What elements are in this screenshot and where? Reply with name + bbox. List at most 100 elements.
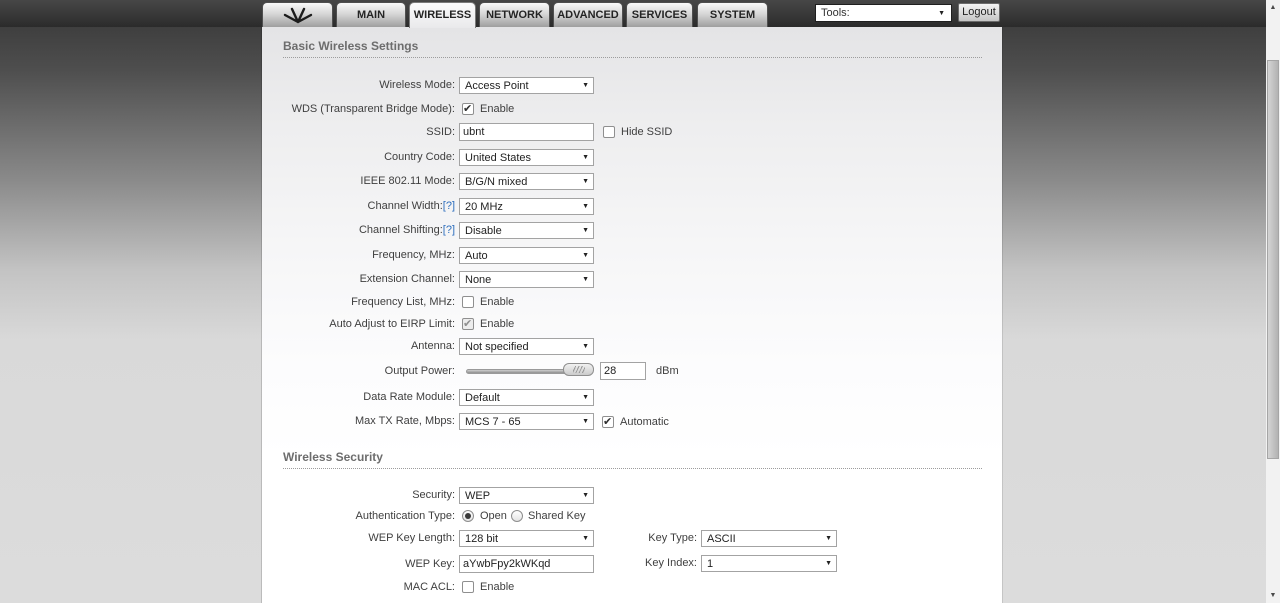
chevron-down-icon: ▼ bbox=[582, 394, 589, 401]
country-code-value: United States bbox=[465, 151, 532, 164]
frequency-select[interactable]: Auto ▼ bbox=[459, 247, 594, 264]
eirp-limit-enable-checkbox[interactable] bbox=[462, 317, 474, 330]
ssid-label: SSID: bbox=[426, 126, 455, 138]
ieee-mode-label: IEEE 802.11 Mode: bbox=[360, 175, 455, 187]
chevron-down-icon: ▼ bbox=[825, 560, 832, 567]
content-panel: Basic Wireless Settings Wireless Mode: A… bbox=[262, 27, 1002, 603]
frequency-value: Auto bbox=[465, 249, 488, 262]
auth-type-open-label: Open bbox=[480, 510, 507, 522]
frequency-list-enable-checkbox[interactable] bbox=[462, 296, 474, 308]
chevron-down-icon: ▼ bbox=[582, 203, 589, 210]
max-tx-rate-automatic-checkbox[interactable] bbox=[602, 415, 614, 428]
wep-key-label: WEP Key: bbox=[405, 558, 455, 570]
eirp-limit-checkbox-label: Enable bbox=[480, 318, 515, 330]
output-power-slider-handle[interactable] bbox=[563, 363, 594, 376]
tab-logo[interactable] bbox=[262, 2, 333, 27]
frequency-list-checkbox-label: Enable bbox=[480, 296, 515, 308]
wep-key-length-label: WEP Key Length: bbox=[368, 532, 455, 544]
tab-wireless[interactable]: WIRELESS bbox=[409, 2, 476, 28]
key-index-label: Key Index: bbox=[645, 557, 697, 569]
channel-width-value: 20 MHz bbox=[465, 200, 503, 213]
frequency-label: Frequency, MHz: bbox=[372, 249, 455, 261]
chevron-down-icon: ▼ bbox=[582, 343, 589, 350]
output-power-input[interactable] bbox=[600, 362, 646, 380]
channel-width-help-link[interactable]: [?] bbox=[443, 200, 455, 212]
channel-width-label: Channel Width:[?] bbox=[262, 198, 455, 215]
key-type-select[interactable]: ASCII ▼ bbox=[701, 530, 837, 547]
ieee-mode-value: B/G/N mixed bbox=[465, 175, 528, 188]
wireless-mode-select[interactable]: Access Point ▼ bbox=[459, 77, 594, 94]
tools-dropdown[interactable]: Tools: ▼ bbox=[815, 4, 952, 22]
ssid-input[interactable] bbox=[459, 123, 594, 141]
channel-shifting-label: Channel Shifting:[?] bbox=[262, 222, 455, 239]
auth-type-label: Authentication Type: bbox=[355, 510, 455, 522]
mac-acl-checkbox-label: Enable bbox=[480, 581, 515, 593]
chevron-down-icon: ▼ bbox=[825, 535, 832, 542]
chevron-down-icon: ▼ bbox=[582, 82, 589, 89]
tab-system[interactable]: SYSTEM bbox=[697, 2, 768, 27]
tab-advanced[interactable]: ADVANCED bbox=[553, 2, 623, 27]
auth-type-shared-key-label: Shared Key bbox=[528, 510, 586, 522]
antenna-select[interactable]: Not specified ▼ bbox=[459, 338, 594, 355]
wds-enable-checkbox[interactable] bbox=[462, 102, 474, 115]
scrollbar-thumb[interactable] bbox=[1267, 60, 1279, 459]
security-label: Security: bbox=[412, 489, 455, 501]
vertical-scrollbar[interactable]: ▲ ▼ bbox=[1266, 0, 1280, 603]
tab-network[interactable]: NETWORK bbox=[479, 2, 550, 27]
auth-type-shared-key-radio[interactable] bbox=[511, 510, 523, 522]
data-rate-module-value: Default bbox=[465, 391, 500, 404]
extension-channel-label: Extension Channel: bbox=[359, 273, 455, 285]
channel-shifting-label-text: Channel Shifting: bbox=[358, 224, 443, 236]
hide-ssid-checkbox[interactable] bbox=[603, 126, 615, 138]
scroll-up-icon[interactable]: ▲ bbox=[1266, 0, 1280, 15]
auth-type-open-radio[interactable] bbox=[462, 510, 474, 522]
channel-width-label-text: Channel Width: bbox=[367, 200, 443, 212]
wireless-mode-value: Access Point bbox=[465, 79, 529, 92]
max-tx-rate-label: Max TX Rate, Mbps: bbox=[354, 415, 455, 427]
key-index-value: 1 bbox=[707, 557, 714, 570]
chevron-down-icon: ▼ bbox=[582, 154, 589, 161]
output-power-label: Output Power: bbox=[384, 365, 455, 377]
chevron-down-icon: ▼ bbox=[582, 227, 589, 234]
chevron-down-icon: ▼ bbox=[938, 9, 945, 17]
key-type-label: Key Type: bbox=[648, 532, 697, 544]
wds-label: WDS (Transparent Bridge Mode): bbox=[291, 103, 455, 115]
country-code-select[interactable]: United States ▼ bbox=[459, 149, 594, 166]
hide-ssid-checkbox-label: Hide SSID bbox=[621, 126, 673, 138]
key-type-value: ASCII bbox=[707, 532, 736, 545]
extension-channel-select[interactable]: None ▼ bbox=[459, 271, 594, 288]
tools-dropdown-label: Tools: bbox=[821, 7, 850, 19]
chevron-down-icon: ▼ bbox=[582, 418, 589, 425]
chevron-down-icon: ▼ bbox=[582, 276, 589, 283]
data-rate-module-select[interactable]: Default ▼ bbox=[459, 389, 594, 406]
chevron-down-icon: ▼ bbox=[582, 178, 589, 185]
channel-shifting-select[interactable]: Disable ▼ bbox=[459, 222, 594, 239]
tab-main[interactable]: MAIN bbox=[336, 2, 406, 27]
mac-acl-enable-checkbox[interactable] bbox=[462, 581, 474, 593]
logout-button[interactable]: Logout bbox=[958, 3, 1000, 22]
ieee-mode-select[interactable]: B/G/N mixed ▼ bbox=[459, 173, 594, 190]
channel-width-select[interactable]: 20 MHz ▼ bbox=[459, 198, 594, 215]
wds-enable-checkbox-label: Enable bbox=[480, 103, 515, 115]
antenna-value: Not specified bbox=[465, 340, 529, 353]
scroll-down-icon[interactable]: ▼ bbox=[1266, 588, 1280, 603]
max-tx-rate-automatic-label: Automatic bbox=[620, 416, 669, 428]
country-code-label: Country Code: bbox=[384, 151, 455, 163]
extension-channel-value: None bbox=[465, 273, 492, 286]
key-index-select[interactable]: 1 ▼ bbox=[701, 555, 837, 572]
channel-shifting-help-link[interactable]: [?] bbox=[443, 224, 455, 236]
airos-wireless-page: MAIN WIRELESS NETWORK ADVANCED SERVICES … bbox=[0, 0, 1280, 603]
data-rate-module-label: Data Rate Module: bbox=[363, 391, 455, 403]
antenna-label: Antenna: bbox=[410, 340, 455, 352]
ubnt-logo-icon bbox=[283, 7, 312, 24]
frequency-list-label: Frequency List, MHz: bbox=[351, 296, 455, 308]
section-title-wireless-security: Wireless Security bbox=[283, 450, 982, 469]
security-select[interactable]: WEP ▼ bbox=[459, 487, 594, 504]
tab-services[interactable]: SERVICES bbox=[626, 2, 693, 27]
max-tx-rate-select[interactable]: MCS 7 - 65 ▼ bbox=[459, 413, 594, 430]
max-tx-rate-value: MCS 7 - 65 bbox=[465, 415, 521, 428]
channel-shifting-value: Disable bbox=[465, 224, 502, 237]
wep-key-length-value: 128 bit bbox=[465, 532, 499, 545]
chevron-down-icon: ▼ bbox=[582, 492, 589, 499]
header-bar: MAIN WIRELESS NETWORK ADVANCED SERVICES … bbox=[0, 0, 1266, 28]
